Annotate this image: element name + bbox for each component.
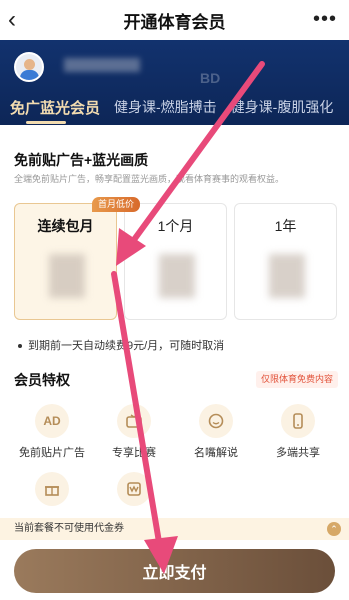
pay-now-button[interactable]: 立即支付 (14, 549, 335, 593)
ad-icon: AD (35, 404, 69, 438)
top-bar: ‹ 开通体育会员 ••• (0, 0, 349, 40)
voucher-notice: 当前套餐不可使用代金券 (0, 518, 349, 540)
watermark-text: BD (200, 70, 221, 86)
auto-renew-note: 到期前一天自动续费9元/月，可随时取消 (18, 337, 224, 353)
plan-card-1-month[interactable]: 1个月 (124, 203, 227, 320)
price-blurred (159, 254, 195, 298)
plan-card-label: 1个月 (157, 218, 194, 234)
privilege-crown[interactable] (94, 472, 174, 512)
price-blurred (49, 254, 85, 298)
plan-card-label: 连续包月 (37, 218, 94, 234)
plan-card-monthly-auto[interactable]: 连续包月 (14, 203, 117, 320)
privilege-label: 多端共享 (276, 447, 320, 459)
auto-renew-text: 到期前一天自动续费9元/月，可随时取消 (28, 340, 225, 352)
tv-icon (117, 404, 151, 438)
privilege-gift[interactable] (12, 472, 92, 512)
tab-fat-burn-boxing[interactable]: 健身课-燃脂搏击 (100, 97, 217, 117)
avatar[interactable] (14, 52, 44, 82)
commentary-icon (199, 404, 233, 438)
plan-section-title: 免前贴广告+蓝光画质 (14, 152, 149, 168)
privilege-label: 免前贴片广告 (19, 447, 85, 459)
plan-card-1-year[interactable]: 1年 (234, 203, 337, 320)
bullet-icon (18, 344, 22, 349)
tab-vip-bluray[interactable]: 免广蓝光会员 (0, 97, 100, 118)
first-month-discount-badge: 首月低价 (92, 197, 141, 212)
back-icon[interactable]: ‹ (8, 6, 16, 34)
privilege-label: 专享比赛 (112, 447, 156, 459)
privilege-commentary[interactable]: 名嘴解说 (176, 404, 256, 460)
price-blurred (269, 254, 305, 298)
privilege-no-ads[interactable]: AD 免前贴片广告 (12, 404, 92, 460)
privileges-title: 会员特权 (14, 372, 70, 388)
tab-abs-training[interactable]: 健身课-腹肌强化 (217, 97, 334, 117)
active-tab-indicator (26, 121, 66, 124)
chevron-up-icon[interactable]: ⌃ (327, 522, 341, 536)
privilege-exclusive-matches[interactable]: 专享比赛 (94, 404, 174, 460)
more-icon[interactable]: ••• (313, 9, 337, 29)
privileges-tag: 仅限体育免费内容 (256, 371, 339, 388)
multi-device-icon (281, 404, 315, 438)
username-blurred (64, 58, 140, 72)
crown-icon (117, 472, 151, 506)
privilege-multi-device[interactable]: 多端共享 (258, 404, 338, 460)
plan-card-label: 1年 (274, 218, 297, 234)
privilege-label: 名嘴解说 (194, 447, 238, 459)
gift-icon (35, 472, 69, 506)
membership-tabs: 免广蓝光会员 健身课-燃脂搏击 健身课-腹肌强化 (0, 93, 349, 121)
page-title: 开通体育会员 (123, 12, 226, 32)
plan-section-subtitle: 全端免前贴片广告，畅享配置蓝光画质，观看体育赛事的观看权益。 (14, 174, 285, 184)
